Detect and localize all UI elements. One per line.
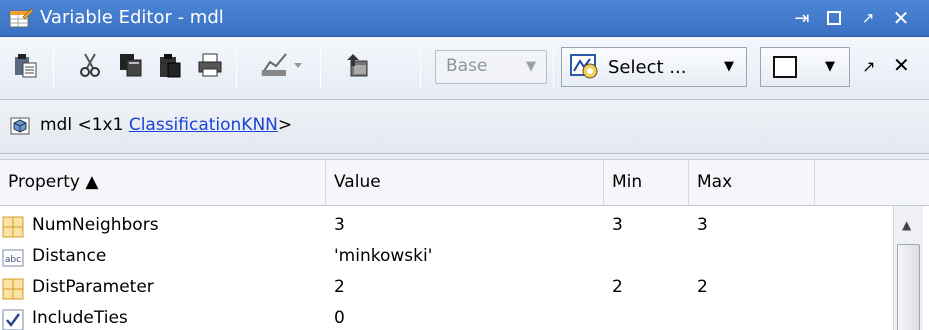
copy-icon[interactable] bbox=[115, 49, 147, 81]
plot-select-icon bbox=[570, 54, 598, 79]
scroll-up-icon[interactable]: ▲ bbox=[902, 218, 911, 232]
property-name: DistParameter bbox=[32, 277, 154, 297]
grid-icon bbox=[2, 278, 24, 300]
variable-editor-icon bbox=[9, 8, 33, 28]
layout-button[interactable]: ▼ bbox=[760, 47, 850, 87]
go-up-icon[interactable] bbox=[342, 49, 374, 81]
maximize-icon[interactable] bbox=[821, 6, 847, 30]
property-value[interactable]: 'minkowski' bbox=[334, 246, 432, 266]
scrollbar-thumb[interactable] bbox=[897, 244, 920, 330]
chevron-down-icon: ▼ bbox=[526, 59, 536, 74]
variable-descriptor: mdl <1x1 ClassificationKNN> bbox=[40, 115, 292, 135]
cut-icon[interactable] bbox=[74, 49, 106, 81]
variable-prefix: mdl <1x1 bbox=[40, 115, 129, 135]
property-value[interactable]: 3 bbox=[334, 215, 345, 235]
workspace-select-value: Base bbox=[446, 56, 488, 76]
table-header: Property ▲ Value Min Max bbox=[0, 160, 929, 206]
property-name: Distance bbox=[32, 246, 107, 266]
variable-suffix: > bbox=[277, 115, 293, 135]
select-data-label: Select ... bbox=[608, 56, 687, 78]
select-data-button[interactable]: Select ... ▼ bbox=[561, 47, 747, 87]
column-header-value[interactable]: Value bbox=[326, 160, 604, 206]
property-name: NumNeighbors bbox=[32, 215, 159, 235]
object-icon bbox=[10, 117, 30, 135]
column-header-min[interactable]: Min bbox=[604, 160, 689, 206]
toolbar-separator bbox=[236, 47, 237, 87]
table-row[interactable]: abc Distance 'minkowski' bbox=[0, 243, 890, 274]
svg-text:abc: abc bbox=[5, 255, 21, 265]
property-name: IncludeTies bbox=[32, 308, 128, 328]
dock-icon[interactable]: ⇥ bbox=[789, 6, 815, 30]
window-title: Variable Editor - mdl bbox=[40, 7, 224, 28]
variable-bar: mdl <1x1 ClassificationKNN> bbox=[0, 100, 929, 154]
property-value[interactable]: 2 bbox=[334, 277, 345, 297]
column-header-property[interactable]: Property ▲ bbox=[0, 160, 326, 206]
undock-icon[interactable]: ↗ bbox=[855, 6, 881, 30]
close-icon[interactable]: ✕ bbox=[893, 53, 910, 77]
table-row[interactable]: IncludeTies 0 bbox=[0, 305, 890, 330]
toolbar-separator bbox=[320, 47, 321, 87]
property-max: 2 bbox=[697, 277, 708, 297]
property-min: 3 bbox=[612, 215, 623, 235]
table-row[interactable]: DistParameter 2 2 2 bbox=[0, 274, 890, 305]
workspace-select[interactable]: Base ▼ bbox=[435, 50, 547, 84]
title-bar: Variable Editor - mdl ⇥ ↗ ✕ bbox=[0, 0, 929, 37]
grid-icon bbox=[2, 216, 24, 238]
column-header-empty bbox=[815, 160, 929, 206]
abc-text-icon: abc bbox=[2, 249, 24, 267]
class-link[interactable]: ClassificationKNN bbox=[129, 115, 278, 135]
column-header-max[interactable]: Max bbox=[689, 160, 815, 206]
vertical-scrollbar[interactable]: ▲ bbox=[893, 206, 923, 330]
property-max: 3 bbox=[697, 215, 708, 235]
close-icon[interactable]: ✕ bbox=[888, 6, 914, 30]
undock-icon[interactable]: ↗ bbox=[862, 57, 875, 76]
paste-special-icon[interactable] bbox=[10, 49, 42, 81]
toolbar-separator bbox=[53, 47, 54, 87]
table-row[interactable]: NumNeighbors 3 3 3 bbox=[0, 212, 890, 243]
property-min: 2 bbox=[612, 277, 623, 297]
checkbox-icon bbox=[2, 309, 24, 330]
square-icon bbox=[773, 56, 797, 78]
chevron-down-icon: ▼ bbox=[724, 59, 734, 74]
paste-icon[interactable] bbox=[155, 49, 187, 81]
print-icon[interactable] bbox=[194, 49, 226, 81]
toolbar: Base ▼ Select ... ▼ ▼ ↗ ✕ bbox=[0, 37, 929, 100]
chevron-down-icon: ▼ bbox=[825, 59, 835, 74]
property-value[interactable]: 0 bbox=[334, 308, 345, 328]
plot-menu-icon[interactable] bbox=[258, 49, 308, 81]
toolbar-separator bbox=[553, 47, 554, 87]
toolbar-separator bbox=[420, 47, 421, 87]
